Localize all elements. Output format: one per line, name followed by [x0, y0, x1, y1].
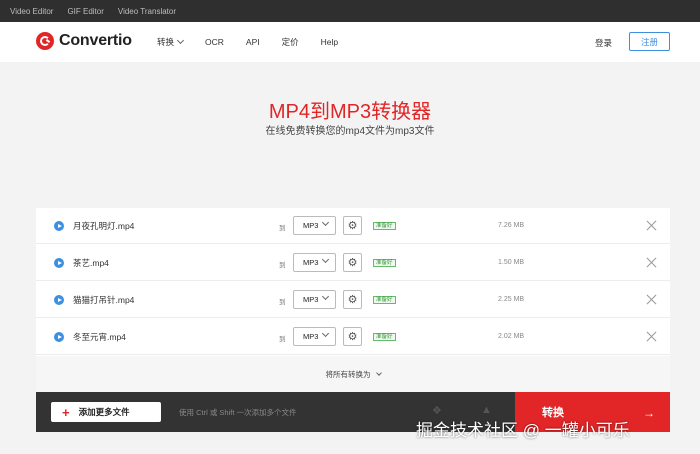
file-name: 月夜孔明灯.mp4 [73, 221, 135, 231]
page-title: MP4到MP3转换器 [268, 101, 432, 123]
format-select[interactable]: MP3 [293, 290, 336, 309]
file-row: 冬至元宵.mp4 到 MP3 ⚙ 准备好 2.02 MB [36, 319, 670, 355]
brand-name: Convertio [59, 32, 132, 49]
format-value: MP3 [303, 332, 319, 341]
file-name: 茶艺.mp4 [73, 258, 109, 268]
nav-ocr[interactable]: OCR [205, 36, 224, 48]
format-select[interactable]: MP3 [293, 327, 336, 346]
plus-icon: + [62, 404, 70, 420]
chevron-down-icon [321, 329, 330, 338]
convert-all-label: 将所有转换为 [325, 369, 371, 379]
status-badge: 准备好 [373, 259, 396, 267]
close-icon[interactable] [646, 257, 657, 268]
multi-select-hint: 使用 Ctrl 或 Shift 一次添加多个文件 [179, 408, 297, 417]
format-value: MP3 [303, 295, 319, 304]
chevron-down-icon [321, 255, 330, 264]
gear-icon[interactable]: ⚙ [343, 216, 362, 235]
play-icon[interactable] [54, 295, 64, 305]
nav-convert[interactable]: 转换 [157, 36, 185, 48]
convertio-logo-icon [36, 32, 54, 50]
chevron-down-icon [321, 292, 330, 301]
format-select[interactable]: MP3 [293, 216, 336, 235]
chevron-down-icon [375, 369, 382, 376]
video-translator-link[interactable]: Video Translator [118, 7, 176, 16]
gear-icon[interactable]: ⚙ [343, 290, 362, 309]
nav-help[interactable]: Help [321, 36, 338, 48]
play-icon[interactable] [54, 332, 64, 342]
arrow-right-icon: → [643, 406, 655, 420]
play-icon[interactable] [54, 221, 64, 231]
to-label: 到 [279, 262, 286, 269]
format-select[interactable]: MP3 [293, 253, 336, 272]
status-badge: 准备好 [373, 333, 396, 341]
gear-icon[interactable]: ⚙ [343, 327, 362, 346]
file-row: 猫猫打吊针.mp4 到 MP3 ⚙ 准备好 2.25 MB [36, 282, 670, 318]
navbar: Convertio 转换 OCR API 定价 Help 登录 注册 [0, 22, 700, 62]
chevron-down-icon [321, 218, 330, 227]
gif-editor-link[interactable]: GIF Editor [67, 7, 103, 16]
nav-api[interactable]: API [246, 36, 260, 48]
file-size: 2.02 MB [498, 333, 525, 340]
format-value: MP3 [303, 221, 319, 230]
gear-icon[interactable]: ⚙ [343, 253, 362, 272]
play-icon[interactable] [54, 258, 64, 268]
add-files-label: 添加更多文件 [78, 407, 130, 417]
format-value: MP3 [303, 258, 319, 267]
file-row: 茶艺.mp4 到 MP3 ⚙ 准备好 1.50 MB [36, 245, 670, 281]
convert-all-dropdown[interactable]: 将所有转换为 [36, 356, 670, 392]
logo[interactable]: Convertio [36, 32, 132, 50]
file-name: 冬至元宵.mp4 [73, 332, 126, 342]
signup-button[interactable]: 注册 [629, 32, 670, 51]
video-editor-link[interactable]: Video Editor [10, 7, 53, 16]
status-badge: 准备好 [373, 222, 396, 230]
chevron-down-icon [176, 36, 185, 45]
add-files-button[interactable]: + 添加更多文件 [51, 402, 161, 422]
close-icon[interactable] [646, 294, 657, 305]
login-link[interactable]: 登录 [595, 37, 612, 49]
close-icon[interactable] [646, 220, 657, 231]
file-name: 猫猫打吊针.mp4 [73, 295, 135, 305]
file-size: 1.50 MB [498, 259, 525, 266]
status-badge: 准备好 [373, 296, 396, 304]
file-size: 7.26 MB [498, 222, 525, 229]
file-row: 月夜孔明灯.mp4 到 MP3 ⚙ 准备好 7.26 MB [36, 208, 670, 244]
nav-convert-label: 转换 [157, 37, 175, 47]
to-label: 到 [279, 299, 286, 306]
to-label: 到 [279, 336, 286, 343]
nav-pricing[interactable]: 定价 [282, 36, 299, 48]
close-icon[interactable] [646, 331, 657, 342]
nav-links: 转换 OCR API 定价 Help [157, 36, 338, 48]
page-subtitle: 在线免费转换您的mp4文件为mp3文件 [265, 126, 435, 137]
watermark: 掘金技术社区 @ 一罐小可乐 [416, 421, 630, 440]
file-size: 2.25 MB [498, 296, 525, 303]
to-label: 到 [279, 225, 286, 232]
top-bar: Video Editor GIF Editor Video Translator [0, 0, 700, 22]
